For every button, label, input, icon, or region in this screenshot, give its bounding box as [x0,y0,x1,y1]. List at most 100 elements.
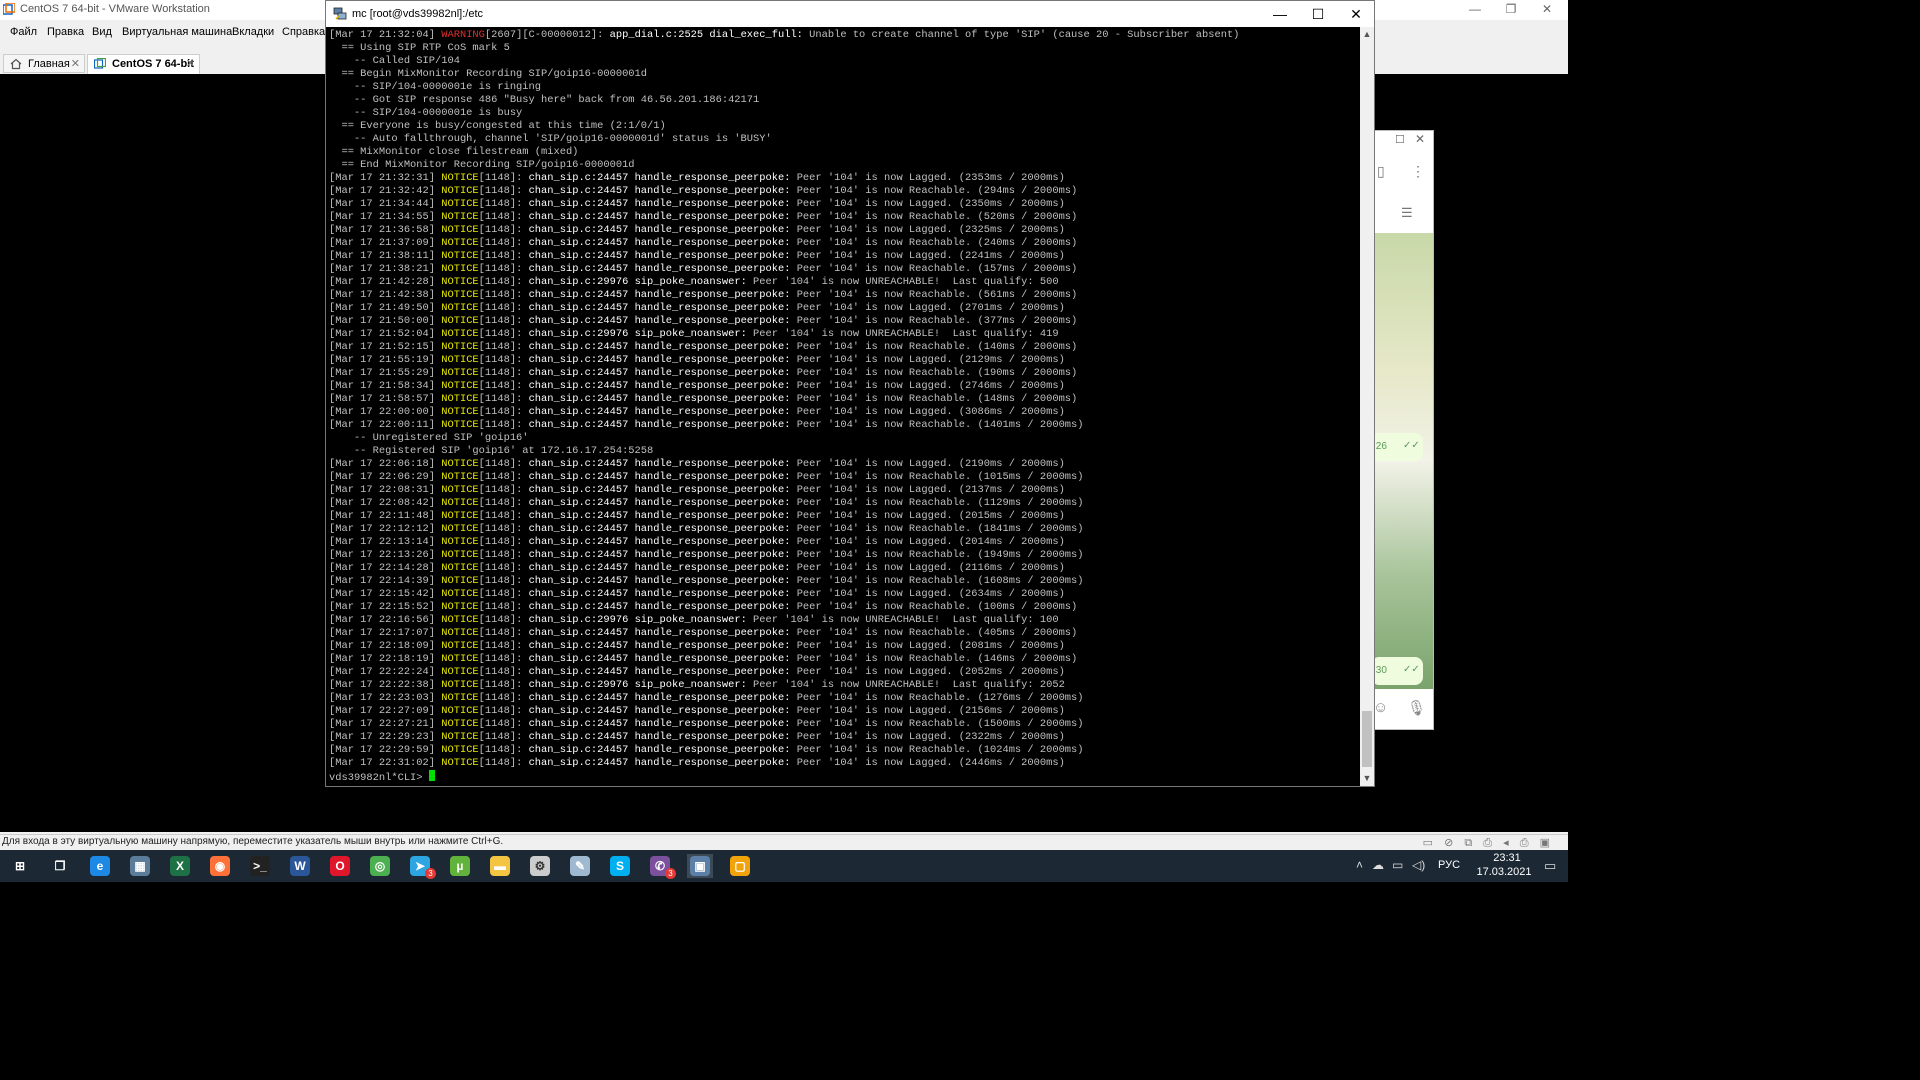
sidebar-toggle-icon[interactable]: ▯ [1377,163,1385,180]
scroll-down-arrow-icon[interactable]: ▼ [1360,773,1374,783]
onedrive-icon[interactable]: ☁ [1372,858,1384,872]
taskbar-chrome-button[interactable]: ◎ [367,854,393,878]
messenger-close-button[interactable]: ✕ [1415,132,1425,146]
terminal-line-segment: chan_sip.c:24457 handle_response_peerpok… [528,536,791,548]
tab-centos[interactable]: CentOS 7 64-bit ✕ [87,54,200,75]
terminal-line: [Mar 17 21:49:50] NOTICE[1148]: chan_sip… [329,302,1359,315]
taskbar-firefox-button[interactable]: ◉ [207,854,233,878]
taskbar-excel-button[interactable]: X [167,854,193,878]
scrollbar-thumb[interactable] [1362,711,1372,767]
unread-badge: 3 [425,868,436,879]
terminal-line-segment: [Mar 17 22:17:07] [329,627,442,639]
vmware-minimize-button[interactable]: — [1458,0,1492,20]
taskbar-calculator-button[interactable]: ▦ [127,854,153,878]
firefox-icon: ◉ [210,856,230,876]
messenger-restore-button[interactable]: ☐ [1395,133,1405,146]
terminal-line-segment: [1148]: [478,549,529,561]
terminal-line-segment: chan_sip.c:24457 handle_response_peerpok… [528,731,791,743]
vmware-app-icon [3,3,15,15]
taskbar-utorrent-button[interactable]: µ [447,854,473,878]
terminal-line-segment: -- Unregistered SIP 'goip16' [329,432,529,444]
taskbar-notepad-button[interactable]: ✎ [567,854,593,878]
tab-home[interactable]: Главная ✕ [3,54,85,73]
scroll-up-arrow-icon[interactable]: ▲ [1360,29,1374,39]
clock-date[interactable]: 17.03.2021 [1474,866,1534,878]
menu-help[interactable]: Справка [282,26,325,38]
volume-icon[interactable]: ◁) [1412,858,1425,872]
taskbar-opera-button[interactable]: O [327,854,353,878]
taskbar-start-button[interactable]: ⊞ [7,854,33,878]
microphone-icon[interactable]: 🎙 [1407,699,1426,717]
terminal-maximize-button[interactable]: ☐ [1300,1,1336,27]
menu-edit[interactable]: Правка [47,26,84,38]
vm-icon [94,58,106,69]
terminal-line: [Mar 17 22:15:42] NOTICE[1148]: chan_sip… [329,588,1359,601]
terminal-line-segment: -- Called SIP/104 [329,55,460,67]
terminal-line-segment: Peer '104' is now Lagged. (2350ms / 2000… [790,198,1065,210]
terminal-line-segment: NOTICE [441,419,479,431]
terminal-line-segment: NOTICE [441,692,479,704]
terminal-line-segment: [1148]: [478,302,529,314]
taskbar-edge-button[interactable]: e [87,854,113,878]
terminal-line-segment: chan_sip.c:24457 handle_response_peerpok… [528,562,791,574]
terminal-line-segment: chan_sip.c:24457 handle_response_peerpok… [528,510,791,522]
cli-prompt-line[interactable]: vds39982nl*CLI> [329,770,1359,784]
terminal-scrollbar[interactable]: ▲ ▼ [1360,27,1374,786]
tab-centos-close-icon[interactable]: ✕ [186,57,195,70]
menu-view[interactable]: Вид [92,26,112,38]
taskbar-viber-button[interactable]: ✆ 3 [647,854,676,879]
message-bubble[interactable]: :26 ✓✓ [1371,433,1423,461]
terminal-line-segment: Peer '104' is now Lagged. (2325ms / 2000… [790,224,1065,236]
terminal-line-segment: NOTICE [441,211,479,223]
terminal-minimize-button[interactable]: — [1262,1,1298,27]
emoji-icon[interactable]: ☺ [1373,699,1388,716]
edge-icon: e [90,856,110,876]
vmware-close-button[interactable]: ✕ [1530,0,1564,20]
terminal-output[interactable]: [Mar 17 21:32:04] WARNING[2607][C-000000… [329,29,1359,787]
terminal-line-segment: [Mar 17 22:22:38] [329,679,442,691]
terminal-line-segment: chan_sip.c:24457 handle_response_peerpok… [528,224,791,236]
network-icon[interactable]: ▭ [1392,858,1403,872]
terminal-line-segment: NOTICE [441,523,479,535]
menu-tabs[interactable]: Вкладки [232,26,274,38]
terminal-line: [Mar 17 21:38:11] NOTICE[1148]: chan_sip… [329,250,1359,263]
terminal-line-segment: NOTICE [441,640,479,652]
notifications-icon[interactable]: ▭ [1544,858,1556,874]
terminal-line-segment: NOTICE [441,367,479,379]
device-status-icons[interactable]: ▭ ⊘ ⧉ ⎙ ◂ ⎙ ▣ [1423,836,1554,850]
vmware-status-bar: Для входа в эту виртуальную машину напря… [0,834,1568,851]
taskbar-skype-button[interactable]: S [607,854,633,878]
terminal-line-segment: chan_sip.c:24457 handle_response_peerpok… [528,198,791,210]
terminal-line-segment: [Mar 17 21:34:55] [329,211,442,223]
clock-time[interactable]: 23:31 [1482,852,1532,864]
message-bubble[interactable]: :30 ✓✓ [1371,657,1423,685]
menu-file[interactable]: Файл [10,26,37,38]
terminal-line: [Mar 17 21:42:38] NOTICE[1148]: chan_sip… [329,289,1359,302]
vmware-restore-button[interactable]: ❐ [1494,0,1528,20]
taskbar-terminal-button[interactable]: >_ [247,854,273,878]
taskbar-putty-button[interactable]: ▣ [687,854,713,878]
terminal-line: [Mar 17 21:50:00] NOTICE[1148]: chan_sip… [329,315,1359,328]
messenger-window[interactable]: ☐ ✕ ▯ ⋮ ☰ :26 ✓✓ :30 ✓✓ ☺ 🎙 [1370,130,1434,730]
taskbar-settings-button[interactable]: ⚙ [527,854,553,878]
menu-vm[interactable]: Виртуальная машина [122,26,232,38]
terminal-window[interactable]: mc [root@vds39982nl]:/etc — ☐ ✕ [Mar 17 … [325,0,1375,787]
filter-icon[interactable]: ☰ [1401,205,1413,221]
terminal-line-segment: chan_sip.c:24457 handle_response_peerpok… [528,575,791,587]
terminal-line-segment: [1148]: [478,198,529,210]
terminal-line-segment: NOTICE [441,237,479,249]
taskbar-task-view-button[interactable]: ❐ [47,854,73,878]
terminal-line-segment: NOTICE [441,458,479,470]
taskbar-file-explorer-button[interactable]: ▬ [487,854,513,878]
terminal-line-segment: [1148]: [478,328,529,340]
terminal-close-button[interactable]: ✕ [1338,1,1374,27]
terminal-line-segment: Peer '104' is now Reachable. (294ms / 20… [790,185,1078,197]
taskbar-word-button[interactable]: W [287,854,313,878]
taskbar-vmware-button[interactable]: ▢ [727,854,753,878]
taskbar-telegram-button[interactable]: ➤ 3 [407,854,436,879]
input-language[interactable]: РУС [1438,859,1460,871]
more-menu-icon[interactable]: ⋮ [1411,163,1425,180]
terminal-line-segment: [Mar 17 22:15:42] [329,588,442,600]
tab-home-close-icon[interactable]: ✕ [71,57,80,70]
show-hidden-icons-icon[interactable]: ˄ [1356,858,1363,872]
